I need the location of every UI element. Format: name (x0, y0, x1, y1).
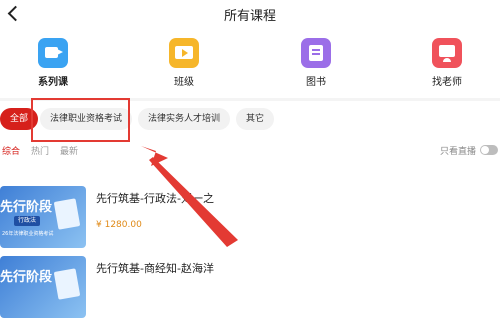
course-title: 先行筑基-商经知-赵海洋 (96, 262, 214, 275)
course-price: ¥ 1280.00 (96, 220, 142, 230)
teacher-icon (432, 38, 462, 68)
course-item[interactable]: 先行阶段 先行筑基-商经知-赵海洋 (0, 256, 500, 336)
live-only-toggle[interactable] (480, 145, 498, 155)
thumbnail-desc: 26年法律职业资格考试 (2, 231, 54, 237)
video-icon (38, 38, 68, 68)
category-find-teacher[interactable]: 找老师 (407, 38, 487, 90)
top-bar: 所有课程 (0, 0, 500, 28)
thumbnail-title: 先行阶段 (0, 270, 53, 285)
document-icon (53, 198, 81, 230)
thumbnail-title: 先行阶段 (0, 200, 53, 215)
course-thumbnail: 先行阶段 行政法 26年法律职业资格考试 (0, 186, 86, 248)
category-bar: 系列课 班级 图书 找老师 (0, 30, 500, 90)
sort-latest[interactable]: 最新 (60, 144, 78, 157)
filter-practice-training[interactable]: 法律实务人才培训 (138, 108, 231, 130)
live-only-label: 只看直播 (439, 147, 476, 157)
sort-comprehensive[interactable]: 综合 (2, 144, 20, 157)
category-label: 找老师 (432, 77, 462, 88)
thumbnail-tag: 行政法 (14, 216, 41, 226)
category-label: 图书 (306, 77, 326, 88)
category-label: 系列课 (38, 77, 68, 88)
sort-popular[interactable]: 热门 (31, 144, 49, 157)
course-thumbnail: 先行阶段 (0, 256, 86, 318)
category-series-course[interactable]: 系列课 (13, 38, 93, 90)
sort-bar: 综合 热门 最新 只看直播 (0, 144, 500, 160)
course-title: 先行筑基-行政法-刘一之 (96, 192, 214, 205)
category-label: 班级 (174, 77, 194, 88)
course-item[interactable]: 先行阶段 行政法 26年法律职业资格考试 先行筑基-行政法-刘一之 ¥ 1280… (0, 186, 500, 266)
page-title: 所有课程 (223, 9, 276, 24)
filter-other[interactable]: 其它 (236, 108, 275, 130)
highlight-box (31, 98, 130, 142)
book-icon (301, 38, 331, 68)
classroom-icon (169, 38, 199, 68)
category-books[interactable]: 图书 (276, 38, 356, 90)
category-class[interactable]: 班级 (144, 38, 224, 90)
document-icon (53, 268, 81, 300)
